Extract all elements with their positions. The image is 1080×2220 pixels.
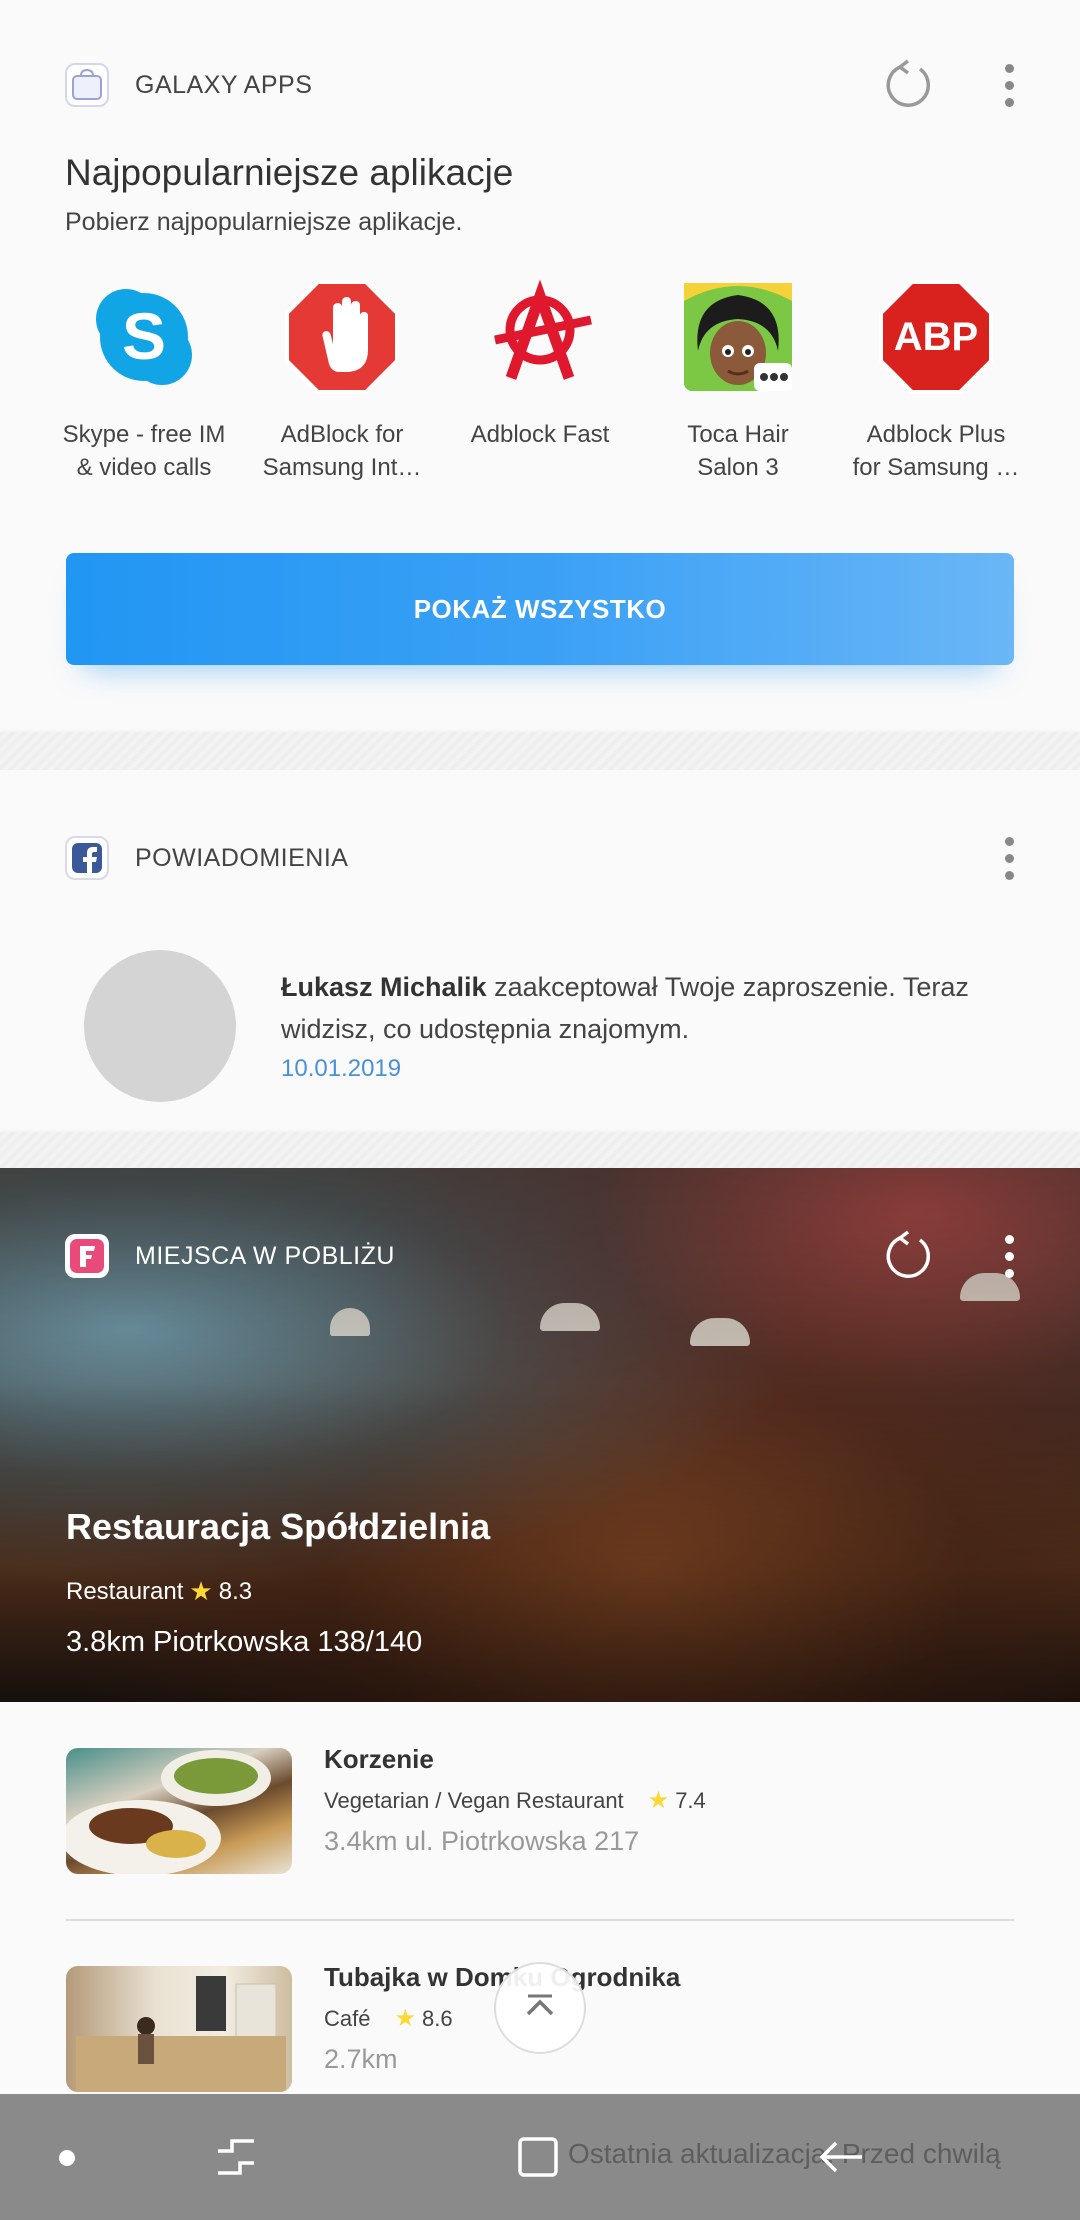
- galaxy-apps-icon: [65, 63, 109, 107]
- abp-label: ABP: [894, 315, 978, 359]
- featured-place-rating: 8.3: [218, 1577, 253, 1605]
- section-subtitle: Pobierz najpopularniejsze aplikacje.: [65, 208, 463, 236]
- app-name: Adblock Plus for Samsung …: [852, 421, 1020, 481]
- app-name: AdBlock for Samsung Int…: [262, 421, 422, 481]
- place-category: Vegetarian / Vegan Restaurant: [324, 1787, 624, 1813]
- place-address: 2.7km: [324, 2044, 398, 2074]
- place-address: 3.4km ul. Piotrkowska 217: [324, 1826, 640, 1856]
- abp-icon: ABP: [877, 278, 995, 396]
- adblock-fast-icon: [481, 278, 599, 396]
- featured-place-name: Restauracja Spółdzielnia: [66, 1506, 491, 1547]
- app-item-adblock-fast[interactable]: Adblock Fast: [441, 278, 639, 484]
- notifications-header: POWIADOMIENIA: [65, 836, 348, 880]
- app-item-adblock-plus[interactable]: ABP Adblock Plus for Samsung …: [837, 278, 1035, 484]
- toca-hair-icon: [679, 278, 797, 396]
- refresh-icon[interactable]: [878, 55, 938, 115]
- app-item-skype[interactable]: S Skype - free IM & video calls: [45, 278, 243, 484]
- chevron-up-icon: [526, 1994, 554, 2016]
- home-icon[interactable]: [508, 2127, 568, 2187]
- app-item-toca-hair[interactable]: Toca Hair Salon 3: [639, 278, 837, 484]
- app-list: S Skype - free IM & video calls AdBlock …: [45, 278, 1035, 484]
- last-update-text: Ostatnia aktualizacja: Przed chwilą: [568, 2138, 1001, 2169]
- featured-place-hero[interactable]: MIEJSCA W POBLIŻU Restauracja Spółdzieln…: [0, 1168, 1080, 1702]
- card-divider: [0, 732, 1080, 770]
- show-all-button[interactable]: POKAŻ WSZYSTKO: [66, 553, 1014, 665]
- notification-author: Łukasz Michalik: [281, 972, 487, 1002]
- galaxy-apps-header: GALAXY APPS: [65, 63, 312, 107]
- notifications-card: POWIADOMIENIA Łukasz Michalik zaakceptow…: [0, 770, 1080, 1130]
- list-item[interactable]: Korzenie Vegetarian / Vegan Restaurant ★…: [66, 1744, 1014, 1876]
- list-divider: [66, 1919, 1014, 1921]
- notification-message[interactable]: Łukasz Michalik zaakceptował Twoje zapro…: [281, 966, 1001, 1050]
- section-title: Najpopularniejsze aplikacje: [65, 152, 514, 193]
- refresh-icon[interactable]: [878, 1226, 938, 1286]
- star-icon: ★: [394, 2005, 416, 2032]
- galaxy-apps-card: GALAXY APPS Najpopularniejsze aplikacje …: [0, 0, 1080, 730]
- nearby-places-title: MIEJSCA W POBLIŻU: [135, 1241, 395, 1270]
- more-options-icon[interactable]: [989, 1226, 1029, 1286]
- adblock-hand-icon: [283, 278, 401, 396]
- app-name: Adblock Fast: [470, 421, 610, 448]
- avatar[interactable]: [84, 950, 236, 1102]
- place-meta: Café ★ 8.6: [324, 2004, 453, 2033]
- nav-dot-icon[interactable]: [59, 2150, 75, 2166]
- featured-place-address: 3.8km Piotrkowska 138/140: [66, 1626, 423, 1658]
- skype-icon: S: [85, 278, 203, 396]
- foursquare-icon: [65, 1234, 109, 1278]
- scroll-to-top-button[interactable]: [494, 1962, 586, 2054]
- nearby-places-header: MIEJSCA W POBLIŻU: [65, 1234, 395, 1278]
- app-name: Skype - free IM & video calls: [62, 421, 226, 481]
- notifications-title: POWIADOMIENIA: [135, 843, 349, 872]
- app-name: Toca Hair Salon 3: [687, 421, 789, 481]
- app-item-adblock-samsung[interactable]: AdBlock for Samsung Int…: [243, 278, 441, 484]
- place-name: Korzenie: [324, 1744, 434, 1774]
- place-thumbnail: [66, 1966, 292, 2092]
- more-options-icon[interactable]: [989, 55, 1029, 115]
- place-rating: 7.4: [675, 1787, 706, 1813]
- place-category: Café: [324, 2005, 371, 2031]
- place-rating: 8.6: [422, 2005, 453, 2031]
- recent-apps-icon[interactable]: [206, 2127, 266, 2187]
- notification-date: 10.01.2019: [281, 1055, 402, 1082]
- featured-place-category: Restaurant: [66, 1577, 184, 1605]
- navigation-bar: Ostatnia aktualizacja: Przed chwilą: [0, 2094, 1080, 2220]
- galaxy-apps-title: GALAXY APPS: [135, 70, 313, 99]
- svg-text:S: S: [122, 299, 166, 373]
- place-thumbnail: [66, 1748, 292, 1874]
- place-meta: Vegetarian / Vegan Restaurant ★ 7.4: [324, 1786, 706, 1815]
- more-options-icon[interactable]: [989, 828, 1029, 888]
- featured-place-meta: Restaurant ★ 8.3: [66, 1576, 252, 1607]
- card-divider: [0, 1132, 1080, 1170]
- back-icon[interactable]: [812, 2127, 872, 2187]
- star-icon: ★: [647, 1787, 670, 1814]
- star-icon: ★: [189, 1576, 213, 1606]
- facebook-icon: [65, 836, 109, 880]
